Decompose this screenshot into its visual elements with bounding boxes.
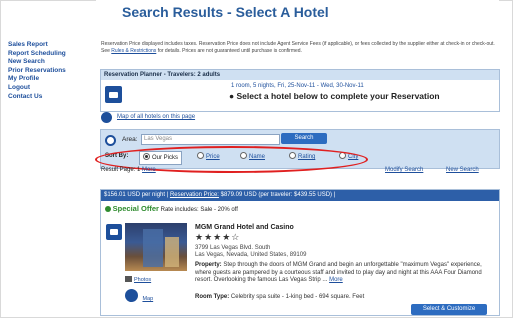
star-rating: ★★★★☆ <box>195 232 241 242</box>
search-icon <box>105 135 116 146</box>
select-customize-button[interactable]: Select & Customize <box>411 304 487 315</box>
map-all-hotels-link[interactable]: Map of all hotels on this page <box>117 114 195 120</box>
nightly-price: $156.01 USD per night | <box>104 192 170 198</box>
hotel-address-line2: Las Vegas, Nevada, United States, 89109 <box>195 252 307 258</box>
map-link-label: Map <box>142 296 154 302</box>
camera-icon <box>125 276 132 282</box>
area-label: Area: <box>122 136 138 143</box>
hotel-photo[interactable] <box>125 223 187 271</box>
area-input[interactable]: Las Vegas <box>141 134 280 145</box>
disclaimer-text-end: for details. Prices are not guaranteed u… <box>156 48 302 54</box>
price-bar: $156.01 USD per night | Reservation Pric… <box>101 190 499 201</box>
page-title: Search Results - Select A Hotel <box>122 4 329 20</box>
result-page-label: Result Page: <box>101 167 136 173</box>
sidebar-item-report-scheduling[interactable]: Report Scheduling <box>8 50 88 59</box>
special-offer-desc: Rate includes: Sale - 20% off <box>160 207 238 213</box>
sidebar: Sales Report Report Scheduling New Searc… <box>8 41 88 101</box>
globe-icon[interactable] <box>101 112 112 123</box>
special-offer-title: Special Offer <box>112 204 159 213</box>
search-button[interactable]: Search <box>281 133 327 144</box>
result-page-current: 1 <box>137 167 141 173</box>
sidebar-item-new-search[interactable]: New Search <box>8 58 88 67</box>
modify-search-link[interactable]: Modify Search <box>385 167 423 173</box>
reservation-price: $879.09 USD (per traveler: $439.55 USD) … <box>218 192 336 198</box>
hotel-address-line1: 3799 Las Vegas Blvd. South <box>195 245 271 251</box>
room-type: Room Type: Celebrity spa suite - 1-king … <box>195 294 364 300</box>
sidebar-item-prior-reservations[interactable]: Prior Reservations <box>8 67 88 76</box>
reservation-planner: Reservation Planner - Travelers: 2 adult… <box>100 69 500 112</box>
hotel-name[interactable]: MGM Grand Hotel and Casino <box>195 224 294 231</box>
room-type-label: Room Type: <box>195 294 230 300</box>
special-offer-row: Special Offer Rate includes: Sale - 20% … <box>105 204 238 213</box>
result-page-more-link[interactable]: More <box>142 167 156 173</box>
result-page: Result Page: 1 More <box>101 167 156 173</box>
planner-header: Reservation Planner - Travelers: 2 adult… <box>101 70 499 80</box>
rules-restrictions-link[interactable]: Rules & Restrictions <box>111 48 156 54</box>
hotel-bed-icon <box>105 86 122 103</box>
planner-dates: 1 room, 5 nights, Fri, 25-Nov-11 - Wed, … <box>231 83 364 89</box>
planner-message: ● Select a hotel below to complete your … <box>229 91 440 101</box>
hotel-result-card: $156.01 USD per night | Reservation Pric… <box>100 189 500 316</box>
planner-message-text: Select a hotel below to complete your Re… <box>236 91 440 101</box>
sidebar-item-logout[interactable]: Logout <box>8 84 88 93</box>
property-more-link[interactable]: More <box>329 277 343 283</box>
special-offer-icon <box>105 206 111 212</box>
price-disclaimer: Reservation Price displayed includes tax… <box>101 41 499 55</box>
hotel-bed-icon <box>106 224 122 240</box>
new-search-link[interactable]: New Search <box>446 167 479 173</box>
sidebar-item-contact-us[interactable]: Contact Us <box>8 93 88 102</box>
map-icon[interactable] <box>125 289 138 303</box>
reservation-price-link[interactable]: Reservation Price: <box>170 192 219 198</box>
property-description: Property: Step through the doors of MGM … <box>195 262 493 285</box>
sidebar-item-sales-report[interactable]: Sales Report <box>8 41 88 50</box>
photos-link[interactable]: Photos <box>125 276 151 283</box>
photos-link-label: Photos <box>134 277 152 283</box>
hotel-map-link[interactable]: Map <box>125 287 153 305</box>
room-type-value: Celebrity spa suite - 1-king bed - 694 s… <box>230 294 365 300</box>
property-label: Property: <box>195 262 222 268</box>
sidebar-item-my-profile[interactable]: My Profile <box>8 75 88 84</box>
